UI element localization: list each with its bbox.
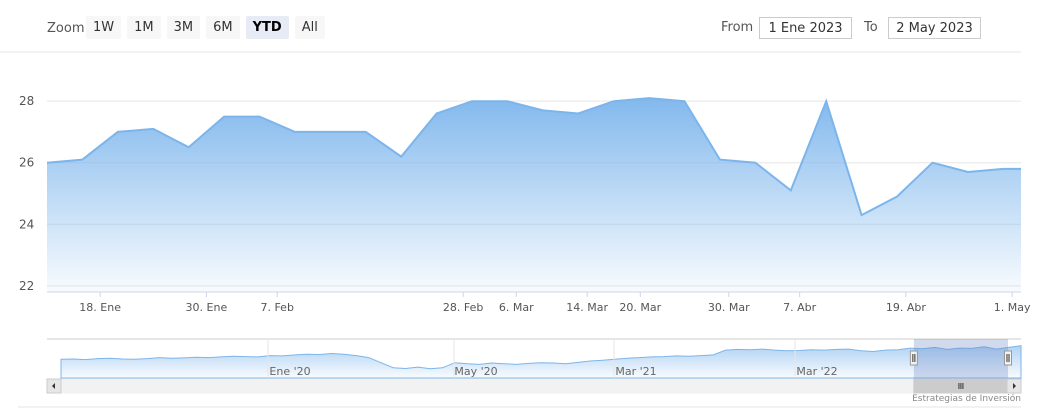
x-tick-label: 6. Mar <box>499 301 534 314</box>
y-tick-label: 22 <box>19 279 34 293</box>
x-tick-label: 14. Mar <box>566 301 608 314</box>
navigator-label: Mar '21 <box>615 365 656 378</box>
navigator-label: May '20 <box>454 365 497 378</box>
x-axis: 18. Ene 30. Ene 7. Feb 28. Feb 6. Mar 14. Mar… <box>47 291 1031 314</box>
navigator-series <box>60 345 1022 379</box>
navigator[interactable]: Ene '20 May '20 Mar '21 Mar '22 <box>47 338 1022 379</box>
x-tick-label: 1. May <box>994 301 1031 314</box>
x-tick-label: 30. Mar <box>708 301 750 314</box>
scrollbar[interactable] <box>18 378 1022 408</box>
x-tick-label: 20. Mar <box>619 301 661 314</box>
y-tick-label: 26 <box>19 156 34 170</box>
price-chart: 22 24 26 28 18. Ene 30. Ene 7. Feb 28. Feb 6. M… <box>0 51 1031 408</box>
navigator-window[interactable] <box>913 339 1008 378</box>
scrollbar-track[interactable] <box>46 378 1022 394</box>
x-tick-label: 18. Ene <box>79 301 121 314</box>
price-area-series <box>46 97 1022 292</box>
x-tick-label: 7. Feb <box>260 301 293 314</box>
navigator-label: Mar '22 <box>796 365 837 378</box>
x-tick-label: 19. Abr <box>886 301 926 314</box>
navigator-handle-left[interactable] <box>909 350 918 366</box>
navigator-handle-right[interactable] <box>1004 350 1012 366</box>
x-tick-label: 28. Feb <box>443 301 483 314</box>
y-tick-label: 28 <box>19 94 34 108</box>
x-tick-label: 30. Ene <box>186 301 228 314</box>
y-tick-label: 24 <box>19 217 34 231</box>
y-axis: 22 24 26 28 <box>19 94 34 293</box>
x-tick-label: 7. Abr <box>783 301 816 314</box>
credit-label: Estrategias de Inversión <box>912 394 1021 404</box>
navigator-label: Ene '20 <box>269 365 310 378</box>
area-fill <box>47 98 1021 292</box>
